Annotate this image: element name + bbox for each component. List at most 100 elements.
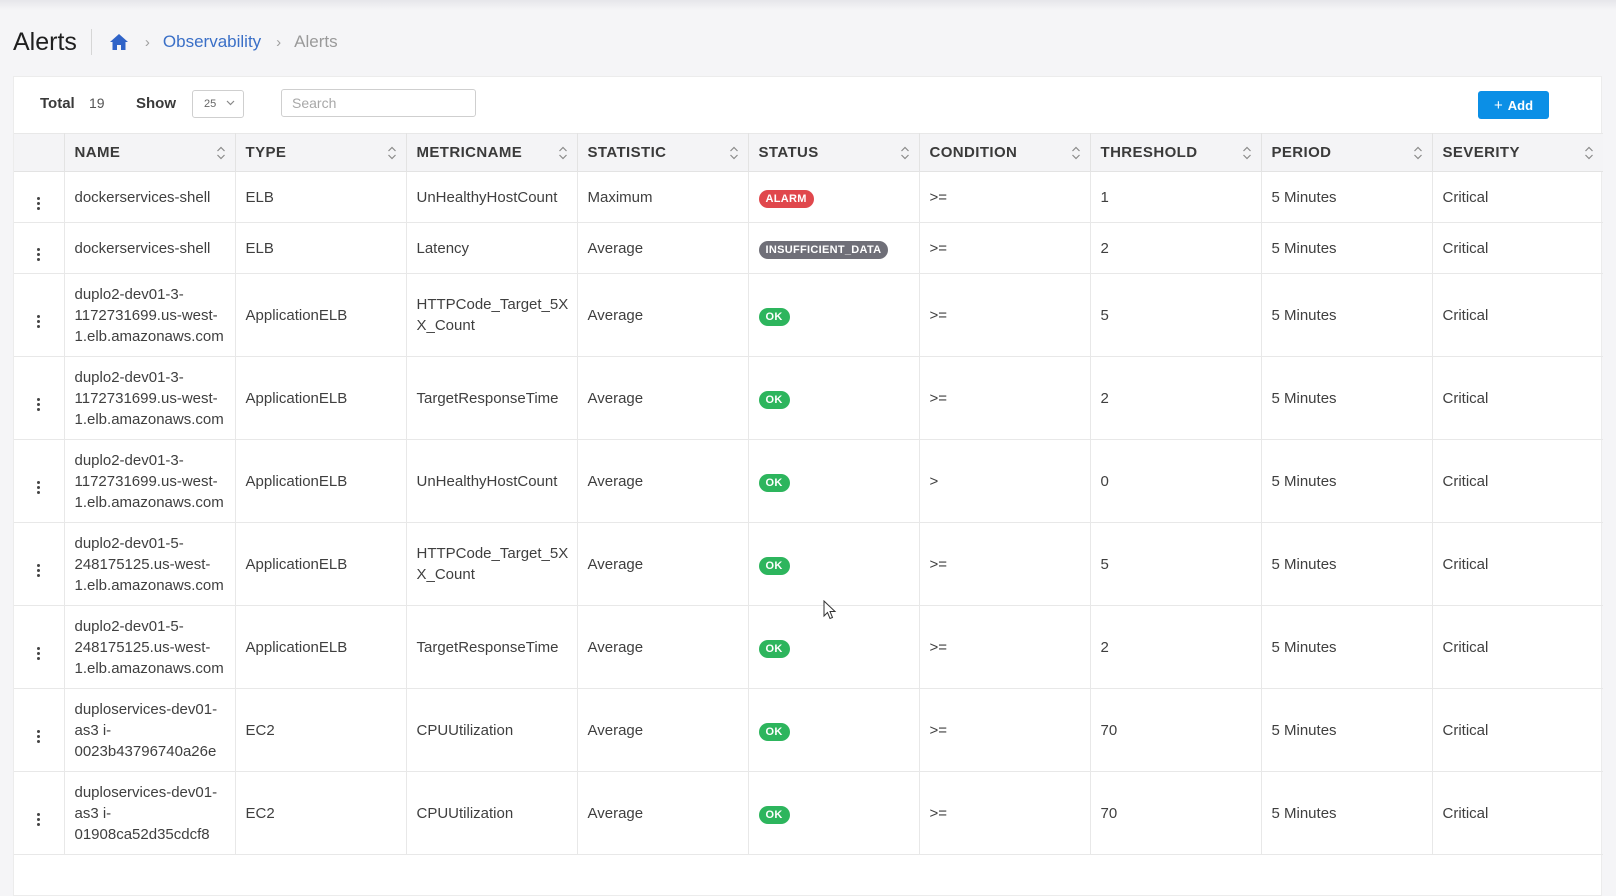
sort-icon[interactable]: [1584, 145, 1594, 161]
row-menu-cell[interactable]: [14, 522, 65, 606]
cell-metricname: UnHealthyHostCount: [406, 439, 578, 523]
cell-statistic: Average: [577, 688, 749, 772]
cell-status: OK: [748, 439, 920, 523]
cell-status: OK: [748, 273, 920, 357]
row-menu-cell[interactable]: [14, 688, 65, 772]
table-row[interactable]: duplo2-dev01-3- 1172731699.us-west- 1.elb.…: [14, 356, 1603, 440]
cell-threshold: 70: [1090, 688, 1262, 772]
cell-type: ApplicationELB: [235, 605, 407, 689]
column-header-type[interactable]: TYPE: [235, 133, 407, 172]
plus-icon: +: [1493, 96, 1503, 114]
sort-icon[interactable]: [558, 145, 568, 161]
breadcrumb-separator-icon: ›: [144, 33, 150, 51]
cell-period: 5 Minutes: [1261, 356, 1433, 440]
column-header-label: TYPE: [245, 144, 287, 161]
sort-icon[interactable]: [1242, 145, 1252, 161]
header-divider: [90, 29, 92, 55]
sort-icon[interactable]: [216, 145, 226, 161]
column-header-severity[interactable]: SEVERITY: [1432, 133, 1603, 172]
mouse-cursor-icon: [823, 599, 837, 620]
table-row[interactable]: duplo2-dev01-5- 248175125.us-west- 1.elb.a…: [14, 522, 1603, 606]
cell-name: duplo2-dev01-5- 248175125.us-west- 1.elb.a…: [64, 605, 236, 689]
row-menu-cell[interactable]: [14, 771, 65, 855]
column-header-name[interactable]: NAME: [64, 133, 236, 172]
cell-metricname: Latency: [406, 222, 578, 274]
row-menu-cell[interactable]: [14, 356, 65, 440]
sort-icon[interactable]: [729, 145, 739, 161]
table-row[interactable]: dockerservices-shell ELB UnHealthyHostCoun…: [14, 171, 1603, 223]
table-row[interactable]: duploservices-dev01- as3 i- 01908ca52d35cd…: [14, 771, 1603, 855]
table-header-row: NAME TYPE METRICNAME STATISTIC STATUS CONDITI…: [14, 133, 1603, 172]
cell-name: duploservices-dev01- as3 i- 0023b43796740a…: [64, 688, 236, 772]
cell-severity: Critical: [1432, 605, 1603, 689]
cell-severity: Critical: [1432, 771, 1603, 855]
cell-condition: >=: [919, 171, 1091, 223]
cell-status: OK: [748, 522, 920, 606]
row-menu-cell[interactable]: [14, 171, 65, 223]
cell-metricname: TargetResponseTime: [406, 356, 578, 440]
cell-condition: >=: [919, 356, 1091, 440]
search-input[interactable]: [281, 89, 476, 117]
page-size-select[interactable]: 25: [192, 90, 244, 118]
cell-severity: Critical: [1432, 273, 1603, 357]
cell-period: 5 Minutes: [1261, 439, 1433, 523]
sort-icon[interactable]: [1071, 145, 1081, 161]
add-alert-button[interactable]: + Add: [1478, 91, 1549, 119]
kebab-menu-icon[interactable]: [37, 247, 41, 261]
kebab-menu-icon[interactable]: [37, 646, 41, 660]
cell-name: duplo2-dev01-3- 1172731699.us-west- 1.elb.…: [64, 273, 236, 357]
cell-threshold: 5: [1090, 522, 1262, 606]
row-menu-cell[interactable]: [14, 222, 65, 274]
home-icon[interactable]: [108, 31, 130, 53]
status-badge: OK: [758, 639, 790, 658]
status-badge: OK: [758, 556, 790, 575]
kebab-menu-icon[interactable]: [37, 314, 41, 328]
chevron-down-icon: [226, 98, 235, 109]
kebab-menu-icon[interactable]: [37, 729, 41, 743]
cell-severity: Critical: [1432, 439, 1603, 523]
row-menu-cell[interactable]: [14, 273, 65, 357]
table-row[interactable]: duploservices-dev01- as3 i- 0023b43796740a…: [14, 688, 1603, 772]
cell-condition: >=: [919, 688, 1091, 772]
sort-icon[interactable]: [1413, 145, 1423, 161]
row-menu-cell[interactable]: [14, 439, 65, 523]
cell-severity: Critical: [1432, 688, 1603, 772]
cell-severity: Critical: [1432, 171, 1603, 223]
cell-metricname: UnHealthyHostCount: [406, 171, 578, 223]
kebab-menu-icon[interactable]: [37, 397, 41, 411]
column-header-status[interactable]: STATUS: [748, 133, 920, 172]
kebab-menu-icon[interactable]: [37, 480, 41, 494]
kebab-menu-icon[interactable]: [37, 196, 41, 210]
column-header-period[interactable]: PERIOD: [1261, 133, 1433, 172]
cell-threshold: 5: [1090, 273, 1262, 357]
kebab-menu-icon[interactable]: [37, 563, 41, 577]
cell-name: duplo2-dev01-5- 248175125.us-west- 1.elb.a…: [64, 522, 236, 606]
table-row[interactable]: dockerservices-shell ELB Latency Average INS…: [14, 222, 1603, 274]
column-header-statistic[interactable]: STATISTIC: [577, 133, 749, 172]
cell-severity: Critical: [1432, 222, 1603, 274]
status-badge: OK: [758, 307, 790, 326]
table-row[interactable]: duplo2-dev01-3- 1172731699.us-west- 1.elb.…: [14, 273, 1603, 357]
cell-type: ELB: [235, 222, 407, 274]
cell-metricname: TargetResponseTime: [406, 605, 578, 689]
cell-name: duplo2-dev01-3- 1172731699.us-west- 1.elb.…: [64, 356, 236, 440]
total-count: 19: [89, 95, 105, 111]
column-header-metricname[interactable]: METRICNAME: [406, 133, 578, 172]
cell-period: 5 Minutes: [1261, 771, 1433, 855]
kebab-menu-icon[interactable]: [37, 812, 41, 826]
cell-period: 5 Minutes: [1261, 522, 1433, 606]
sort-icon[interactable]: [387, 145, 397, 161]
sort-icon[interactable]: [900, 145, 910, 161]
row-menu-cell[interactable]: [14, 605, 65, 689]
cell-condition: >=: [919, 222, 1091, 274]
column-header-threshold[interactable]: THRESHOLD: [1090, 133, 1262, 172]
table-row[interactable]: duplo2-dev01-3- 1172731699.us-west- 1.elb.…: [14, 439, 1603, 523]
breadcrumb-observability[interactable]: Observability: [163, 32, 261, 52]
status-badge: OK: [758, 473, 790, 492]
cell-status: OK: [748, 688, 920, 772]
cell-name: dockerservices-shell: [64, 222, 236, 274]
cell-type: ApplicationELB: [235, 522, 407, 606]
table-row[interactable]: duplo2-dev01-5- 248175125.us-west- 1.elb.a…: [14, 605, 1603, 689]
column-header-condition[interactable]: CONDITION: [919, 133, 1091, 172]
cell-threshold: 2: [1090, 222, 1262, 274]
